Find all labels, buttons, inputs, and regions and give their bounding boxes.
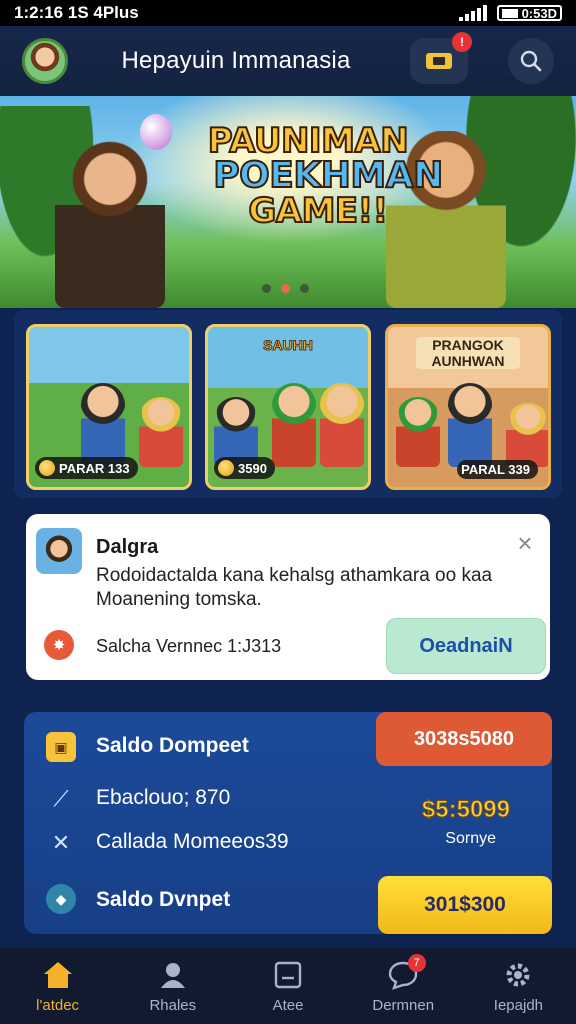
wallet-amount: $5:5099 (421, 796, 510, 824)
bottom-navigation: l'atdec Rhales Atee 7 Dermnen Iepajdh (0, 948, 576, 1024)
card-character (139, 397, 183, 467)
nav-item-home[interactable]: l'atdec (0, 948, 115, 1024)
card-character (81, 383, 125, 467)
gem-icon: ◆ (46, 884, 76, 914)
popup-footer-text: Salcha Vernnec 1:J313 (96, 636, 282, 656)
notification-badge: ! (452, 32, 472, 52)
battery-level: 0:53D (521, 5, 557, 21)
coin-icon (39, 460, 55, 476)
wallet-title: Saldo Dompeet (96, 734, 249, 757)
popup-action-button[interactable]: OeadnaiN (386, 618, 546, 674)
game-card-2[interactable]: SAUHH 3590 (205, 324, 371, 490)
promo-banner[interactable]: PAUNIMAN POEKHMAN GAME!! (0, 96, 576, 308)
banner-title-line3: GAME!! (247, 191, 389, 231)
card-title: SAUHH (263, 337, 314, 354)
messages-badge: 7 (407, 954, 426, 972)
status-bar: 1:2:16 1S 4Plus 0:53D (0, 0, 576, 26)
nav-item-settings[interactable]: Iepajdh (461, 948, 576, 1024)
card-title: PRANGOK AUNHWAN (416, 337, 520, 369)
home-icon (40, 959, 76, 991)
tools-icon: ✕ (51, 830, 71, 855)
card-price-badge: 3590 (214, 457, 275, 479)
user-icon (155, 959, 191, 991)
card-character (506, 403, 548, 467)
wallet-row-2: Callada Momeeos39 (96, 830, 289, 853)
card-icon (270, 959, 306, 991)
card-label: 3590 (238, 460, 267, 476)
nav-item-cards[interactable]: Atee (230, 948, 345, 1024)
nav-item-messages[interactable]: 7 Dermnen (346, 948, 461, 1024)
card-label: PARAL 339 (461, 462, 530, 477)
nav-label: Atee (272, 996, 304, 1014)
signal-icon (458, 5, 487, 21)
popup-body: Rodoidactalda kana kehalsg athamkara oo … (96, 565, 493, 610)
search-icon (520, 50, 542, 72)
banner-title-line2: POEKHMAN (212, 155, 444, 196)
ticket-icon (426, 53, 452, 69)
wallet-panel: ▣ Saldo Dompeet ⟋ Ebaclouo; 870 ✕ Callad… (24, 712, 552, 934)
close-icon[interactable]: × (512, 530, 538, 556)
card-character (320, 383, 364, 467)
nav-item-profile[interactable]: Rhales (115, 948, 230, 1024)
wallet-amount-label: Sornye (445, 830, 496, 847)
popup-thumbnail (36, 528, 82, 574)
banner-pagination[interactable] (262, 284, 309, 293)
card-character (396, 397, 440, 467)
card-character (272, 383, 316, 467)
game-card-1[interactable]: PARAR 133 (26, 324, 192, 490)
nav-label: Dermnen (372, 996, 435, 1014)
card-price-badge: PARAR 133 (35, 457, 138, 479)
pagination-dot-active[interactable] (281, 284, 290, 293)
card-character (448, 383, 492, 467)
app-header: Hepayuin Immanasia ! (0, 26, 576, 96)
nav-label: Iepajdh (493, 996, 544, 1014)
app-title: Hepayuin Immanasia (121, 47, 351, 74)
chart-icon: ⟋ (53, 786, 69, 811)
coin-icon (218, 460, 234, 476)
fire-icon: ✸ (44, 630, 74, 660)
card-label: PARAR 133 (59, 460, 130, 476)
status-icons: 0:53D (458, 5, 562, 21)
search-button[interactable] (508, 38, 554, 84)
wallet-row-1: Ebaclouo; 870 (96, 786, 231, 809)
wallet-row-3: Saldo Dvnpet (96, 888, 231, 911)
notification-popup[interactable]: Dalgra × Rodoidactalda kana kehalsg atha… (26, 514, 550, 680)
banner-title-line1: PAUNIMAN (207, 121, 410, 161)
ticket-button[interactable]: ! (410, 32, 472, 84)
pagination-dot[interactable] (300, 284, 309, 293)
card-price-badge: PARAL 339 (457, 460, 538, 479)
game-card-3[interactable]: PRANGOK AUNHWAN PARAL 339 (385, 324, 551, 490)
wallet-icon: ▣ (46, 732, 76, 762)
banner-title: PAUNIMAN POEKHMAN GAME!! (0, 121, 576, 231)
wallet-bottom-button[interactable]: 301$300 (378, 876, 552, 934)
nav-label: Rhales (149, 996, 197, 1014)
battery-icon: 0:53D (496, 5, 562, 21)
nav-label: l'atdec (36, 996, 80, 1014)
gear-icon (500, 959, 536, 991)
status-time: 1:2:16 1S 4Plus (14, 3, 139, 22)
pagination-dot[interactable] (262, 284, 271, 293)
popup-title: Dalgra (96, 536, 159, 558)
wallet-top-button[interactable]: 3038s5080 (376, 712, 552, 766)
